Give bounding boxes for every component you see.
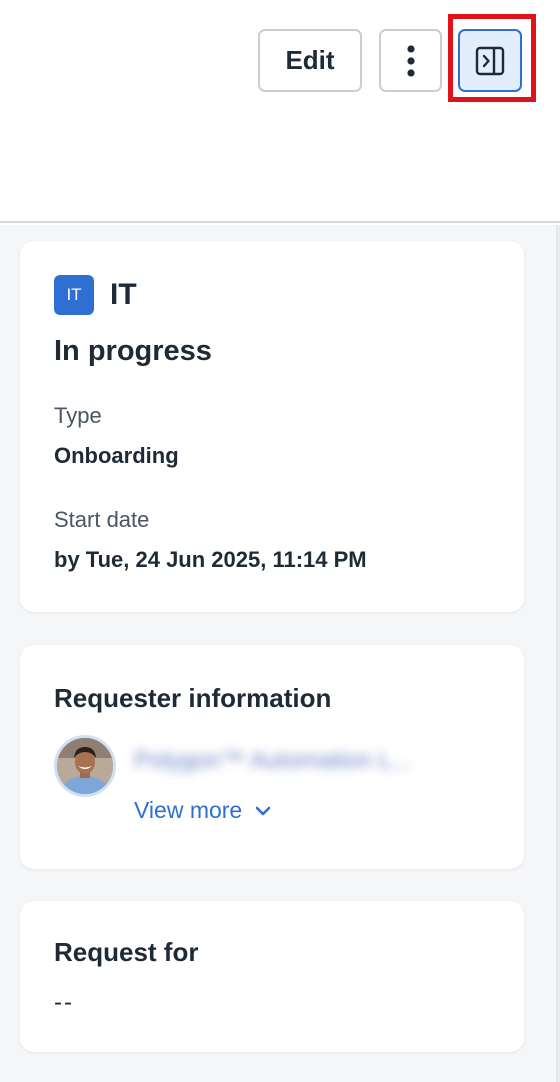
request-for-title: Request for: [54, 937, 199, 967]
view-more-label: View more: [134, 797, 243, 823]
request-for-value: --: [54, 989, 74, 1016]
collapse-panel-button[interactable]: [458, 29, 522, 92]
requester-name-link[interactable]: Polygon™ Automation L...: [134, 747, 520, 781]
start-date-value: by Tue, 24 Jun 2025, 11:14 PM: [54, 547, 367, 572]
summary-card: IT IT In progress Type Onboarding Start …: [20, 241, 524, 612]
avatar-image: [57, 738, 113, 794]
requester-card: Requester information Polygon™ Automatio…: [20, 645, 524, 869]
collapse-panel-icon: [475, 46, 505, 75]
team-name: IT: [110, 278, 137, 311]
kebab-vertical-icon: [406, 44, 415, 77]
chevron-down-icon: [255, 806, 271, 815]
requester-title: Requester information: [54, 683, 332, 713]
status-text: In progress: [54, 335, 212, 367]
panel-header: Edit: [0, 0, 560, 223]
details-content: IT IT In progress Type Onboarding Start …: [0, 225, 556, 1082]
team-row: IT IT: [54, 275, 137, 315]
scrollbar-track[interactable]: [556, 225, 560, 1082]
avatar[interactable]: [54, 735, 116, 797]
view-more-link[interactable]: View more: [134, 797, 272, 824]
team-badge: IT: [54, 275, 94, 315]
type-value: Onboarding: [54, 443, 179, 468]
edit-button[interactable]: Edit: [258, 29, 362, 92]
type-label: Type: [54, 403, 102, 428]
more-options-button[interactable]: [379, 29, 442, 92]
start-date-label: Start date: [54, 507, 150, 532]
request-for-card: Request for --: [20, 901, 524, 1052]
